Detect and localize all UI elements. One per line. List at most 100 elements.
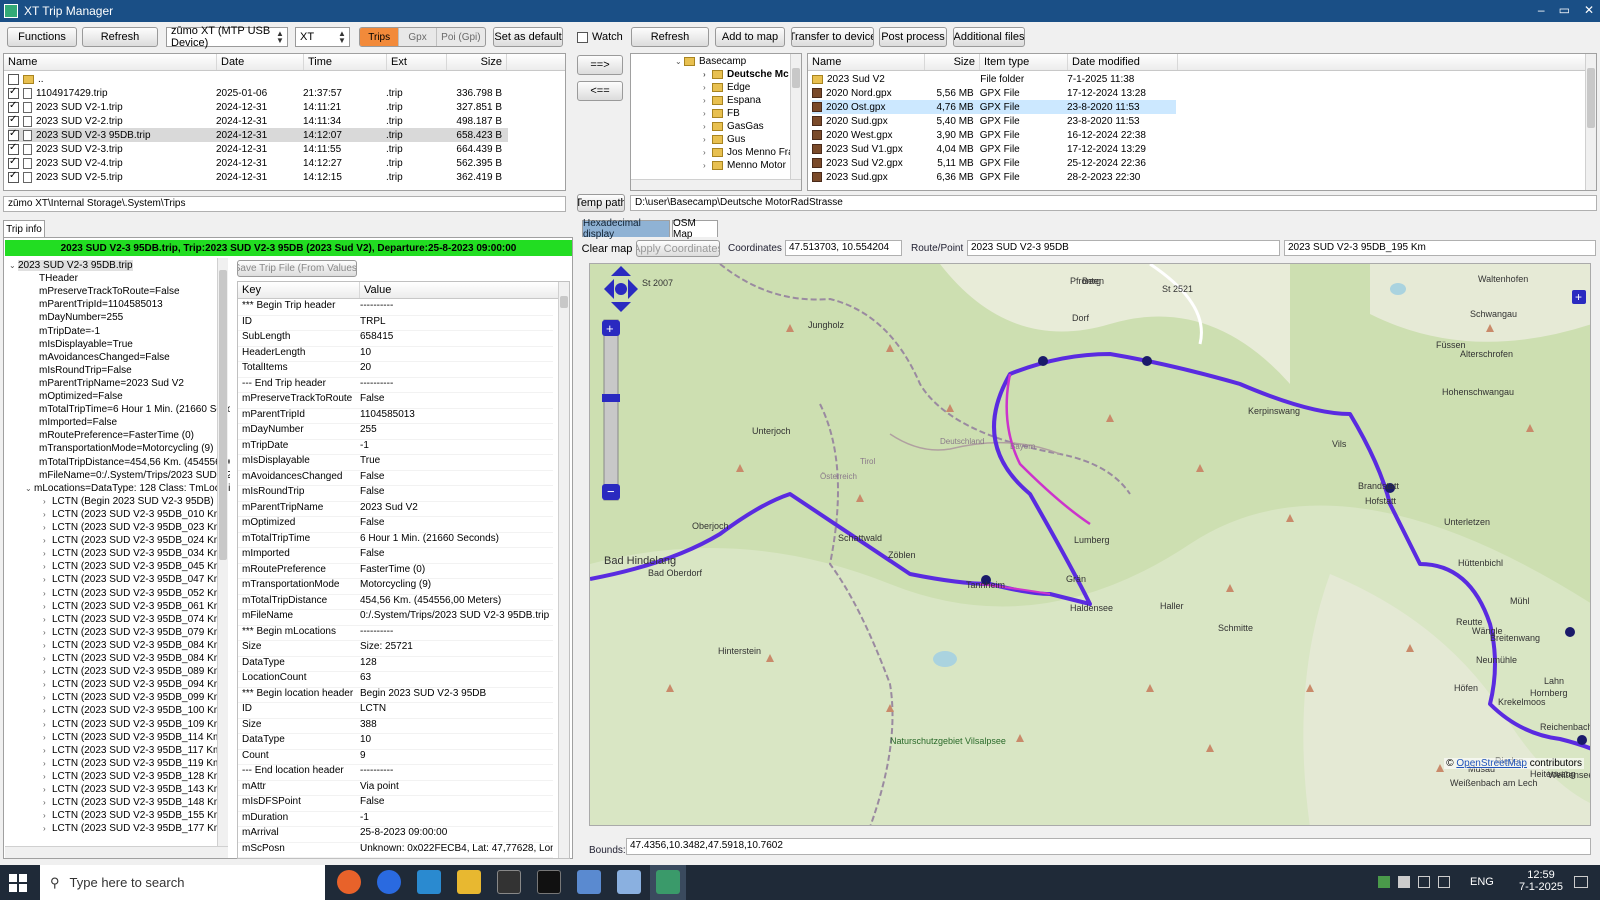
kv-row[interactable]: mAttr Via point bbox=[238, 781, 553, 796]
list-item[interactable]: 2023 Sud V1.gpx 4,04 MB GPX File 17-12-2024… bbox=[812, 142, 1176, 156]
kv-row[interactable]: mTotalTripTime 6 Hour 1 Min. (21660 Secon… bbox=[238, 533, 553, 548]
kv-value[interactable]: False bbox=[360, 393, 553, 408]
copy-to-device-button[interactable]: ==> bbox=[577, 55, 623, 75]
kv-value[interactable]: ---------- bbox=[360, 378, 553, 393]
kv-value[interactable]: 0:/.System/Trips/2023 SUD V2-3 95DB.trip bbox=[360, 610, 553, 625]
network-icon[interactable] bbox=[1418, 876, 1430, 888]
list-item[interactable]: 2023 Sud.gpx 6,36 MB GPX File 28-2-2023 22:… bbox=[812, 170, 1176, 184]
kv-row[interactable]: DataType 10 bbox=[238, 734, 553, 750]
kv-value[interactable]: 6 Hour 1 Min. (21660 Seconds) bbox=[360, 533, 553, 548]
kv-row[interactable]: mIsDFSPoint False bbox=[238, 796, 553, 812]
kv-row[interactable]: mScPosn Unknown: 0x022FECB4, Lat: 47,7762… bbox=[238, 843, 553, 858]
kv-value[interactable]: Unknown: 0x022FECB4, Lat: 47,77628, Lon:… bbox=[360, 843, 553, 858]
tree-lctn-item[interactable]: › LCTN (2023 SUD V2-3 95DB_023 Km) bbox=[43, 521, 225, 534]
kv-value[interactable]: -1 bbox=[360, 812, 553, 827]
console-icon[interactable] bbox=[537, 870, 561, 894]
set-default-button[interactable]: Set as default bbox=[493, 27, 563, 47]
functions-button[interactable]: Functions bbox=[7, 27, 77, 47]
device-select[interactable]: zūmo XT (MTP USB Device) ▲ ▼ bbox=[166, 25, 288, 49]
col-pc-name[interactable]: Name bbox=[808, 54, 925, 70]
kv-row[interactable]: mFileName 0:/.System/Trips/2023 SUD V2-3 … bbox=[238, 610, 553, 626]
trips-toggle[interactable]: Trips bbox=[360, 28, 400, 46]
tree-item[interactable]: mTransportationMode=Motorcycling (9) bbox=[39, 442, 213, 455]
point-input[interactable]: 2023 SUD V2-3 95DB_195 Km bbox=[1284, 240, 1596, 256]
col-pc-type[interactable]: Item type bbox=[980, 54, 1068, 70]
notepad-icon[interactable] bbox=[617, 870, 641, 894]
volume-icon[interactable] bbox=[1438, 876, 1450, 888]
checkbox[interactable] bbox=[8, 86, 19, 99]
tree-item[interactable]: mPreserveTrackToRoute=False bbox=[39, 285, 180, 298]
tree-lctn-item[interactable]: › LCTN (2023 SUD V2-3 95DB_084 Km) bbox=[43, 652, 225, 665]
chevron-right-icon[interactable]: › bbox=[703, 83, 712, 92]
tree-lctn-item[interactable]: › LCTN (2023 SUD V2-3 95DB_177 Km) bbox=[43, 822, 225, 835]
tree-root[interactable]: ⌄ 2023 SUD V2-3 95DB.trip bbox=[9, 259, 133, 272]
folder-tree-item[interactable]: › Jos Menno Frai bbox=[703, 146, 796, 159]
col-name[interactable]: Name bbox=[4, 54, 217, 70]
folder-tree-hscroll[interactable] bbox=[631, 179, 801, 190]
apply-coordinates-button[interactable]: Apply Coordinates bbox=[636, 240, 720, 257]
kv-row[interactable]: mDayNumber 255 bbox=[238, 424, 553, 440]
model-select[interactable]: XT ▲ ▼ bbox=[295, 27, 350, 47]
tree-lctn-item[interactable]: › LCTN (2023 SUD V2-3 95DB_010 Km) bbox=[43, 508, 225, 521]
kv-value[interactable]: 1104585013 bbox=[360, 409, 553, 424]
checkbox[interactable] bbox=[8, 114, 19, 127]
kv-row[interactable]: Count 9 bbox=[238, 750, 553, 765]
checkbox[interactable] bbox=[8, 100, 19, 113]
list-item[interactable]: 2020 Nord.gpx 5,56 MB GPX File 17-12-2024 1… bbox=[812, 86, 1176, 100]
tree-lctn-item[interactable]: › LCTN (2023 SUD V2-3 95DB_061 Km) bbox=[43, 600, 225, 613]
chevron-right-icon[interactable]: › bbox=[43, 523, 52, 532]
kv-value[interactable]: 255 bbox=[360, 424, 553, 439]
kv-value[interactable]: 20 bbox=[360, 362, 553, 377]
browser-icon[interactable] bbox=[377, 870, 401, 894]
pc-file-list[interactable]: Name Size Item type Date modified 2023 S… bbox=[807, 53, 1597, 191]
clock[interactable]: 12:59 7-1-2025 bbox=[1516, 869, 1566, 893]
tab-trip-info[interactable]: Trip info bbox=[3, 220, 45, 237]
checkbox[interactable] bbox=[8, 128, 19, 141]
kv-value[interactable]: False bbox=[360, 796, 553, 811]
key-value-grid[interactable]: Key Value *** Begin Trip header ---------… bbox=[237, 281, 570, 859]
kv-value[interactable]: 128 bbox=[360, 657, 553, 672]
save-trip-button[interactable]: Save Trip File (From Values) bbox=[237, 260, 357, 277]
chevron-down-icon[interactable]: ⌄ bbox=[9, 261, 18, 270]
watch-checkbox[interactable]: Watch bbox=[577, 31, 623, 43]
kv-row[interactable]: ID TRPL bbox=[238, 316, 553, 331]
folder-tree-scrollbar[interactable] bbox=[790, 54, 801, 179]
tree-lctn-item[interactable]: › LCTN (2023 SUD V2-3 95DB_047 Km) bbox=[43, 573, 225, 586]
kv-value[interactable]: ---------- bbox=[360, 626, 553, 641]
chevron-right-icon[interactable]: › bbox=[43, 706, 52, 715]
osm-map[interactable]: Pfronten Berg Dorf Füssen Alterschrofen Schwa… bbox=[589, 263, 1591, 826]
kv-value[interactable]: 63 bbox=[360, 672, 553, 687]
list-item[interactable]: 2020 West.gpx 3,90 MB GPX File 16-12-2024 2… bbox=[812, 128, 1176, 142]
tree-item[interactable]: mImported=False bbox=[39, 416, 117, 429]
checkbox[interactable] bbox=[8, 156, 19, 169]
kv-value[interactable]: Via point bbox=[360, 781, 553, 796]
folder-tree-item[interactable]: › FB bbox=[703, 107, 740, 120]
kv-value[interactable]: Begin 2023 SUD V2-3 95DB bbox=[360, 688, 553, 703]
editor-icon[interactable] bbox=[417, 870, 441, 894]
chevron-right-icon[interactable]: › bbox=[43, 536, 52, 545]
tree-lctn-item[interactable]: › LCTN (2023 SUD V2-3 95DB_117 Km) bbox=[43, 744, 225, 757]
table-row[interactable]: 2023 SUD V2-2.trip 2024-12-31 14:11:34 .tri… bbox=[8, 114, 508, 128]
tree-item[interactable]: mIsDisplayable=True bbox=[39, 338, 133, 351]
kv-value[interactable]: TRPL bbox=[360, 316, 553, 331]
chevron-right-icon[interactable]: › bbox=[43, 562, 52, 571]
poi-toggle[interactable]: Poi (Gpi) bbox=[437, 28, 485, 46]
chevron-right-icon[interactable]: › bbox=[703, 109, 712, 118]
post-process-button[interactable]: Post process bbox=[879, 27, 947, 47]
xt-trip-manager-icon[interactable] bbox=[656, 870, 680, 894]
chevron-right-icon[interactable]: › bbox=[43, 811, 52, 820]
kv-row[interactable]: TotalItems 20 bbox=[238, 362, 553, 378]
col-pc-size[interactable]: Size bbox=[925, 54, 980, 70]
refresh-pc-button[interactable]: Refresh bbox=[631, 27, 709, 47]
list-item[interactable]: 2023 Sud V2 File folder 7-1-2025 11:38 bbox=[812, 72, 1176, 86]
table-row[interactable]: 2023 SUD V2-4.trip 2024-12-31 14:12:27 .tri… bbox=[8, 156, 508, 170]
table-row[interactable]: 1104917429.trip 2025-01-06 21:37:57 .trip 33… bbox=[8, 86, 508, 100]
table-row[interactable]: 2023 SUD V2-3.trip 2024-12-31 14:11:55 .tri… bbox=[8, 142, 508, 156]
kv-row[interactable]: mRoutePreference FasterTime (0) bbox=[238, 564, 553, 579]
kv-value[interactable]: Size: 25721 bbox=[360, 641, 553, 656]
kv-row[interactable]: mParentTripName 2023 Sud V2 bbox=[238, 502, 553, 517]
tree-lctn-item[interactable]: › LCTN (2023 SUD V2-3 95DB_155 Km) bbox=[43, 809, 225, 822]
kv-row[interactable]: *** Begin location header Begin 2023 SUD … bbox=[238, 688, 553, 703]
device-path[interactable]: zūmo XT\Internal Storage\.System\Trips bbox=[3, 196, 566, 212]
tree-item[interactable]: mIsRoundTrip=False bbox=[39, 364, 132, 377]
